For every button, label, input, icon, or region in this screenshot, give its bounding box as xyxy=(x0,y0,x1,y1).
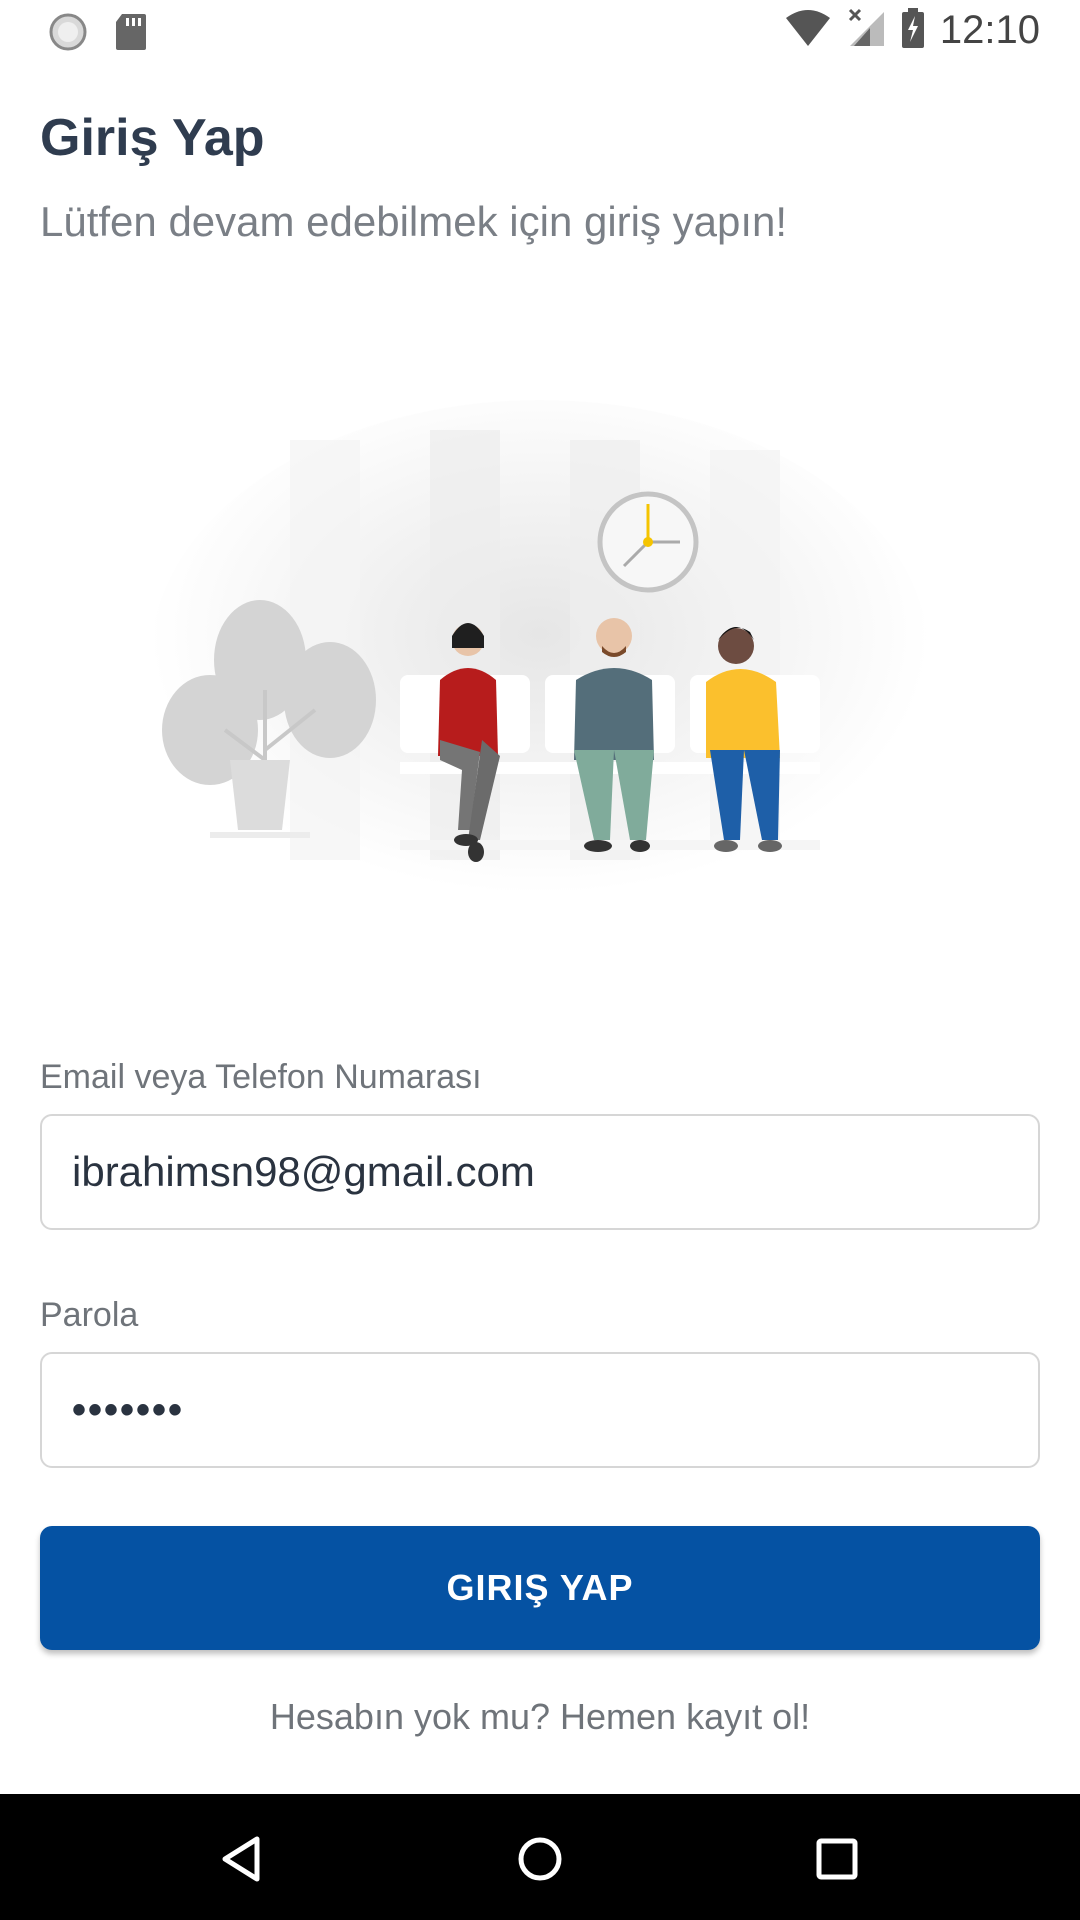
clock-icon xyxy=(597,491,699,593)
register-link[interactable]: Hesabın yok mu? Hemen kayıt ol! xyxy=(0,1696,1080,1738)
back-icon[interactable] xyxy=(206,1824,276,1894)
email-input[interactable] xyxy=(72,1148,1008,1196)
battery-charging-icon xyxy=(900,8,926,53)
password-label: Parola xyxy=(40,1296,139,1334)
page-subtitle: Lütfen devam edebilmek için giriş yapın! xyxy=(40,198,788,245)
recents-icon[interactable] xyxy=(802,1824,872,1894)
login-button[interactable]: GIRIŞ YAP xyxy=(40,1526,1040,1650)
home-icon[interactable] xyxy=(505,1824,575,1894)
status-bar: 12:10 xyxy=(0,0,1080,64)
password-input[interactable]: ••••••• xyxy=(72,1388,184,1433)
navigation-bar xyxy=(0,1794,1080,1920)
waiting-room-illustration xyxy=(140,400,940,920)
email-field[interactable] xyxy=(40,1114,1040,1230)
email-label: Email veya Telefon Numarası xyxy=(40,1058,482,1096)
status-time: 12:10 xyxy=(939,8,1040,52)
sync-circle-icon xyxy=(48,12,88,57)
sd-card-icon xyxy=(114,12,148,57)
page-title: Giriş Yap xyxy=(40,109,265,167)
cell-signal-no-data-icon xyxy=(846,8,886,53)
wifi-icon xyxy=(784,8,832,53)
password-field[interactable]: ••••••• xyxy=(40,1352,1040,1468)
